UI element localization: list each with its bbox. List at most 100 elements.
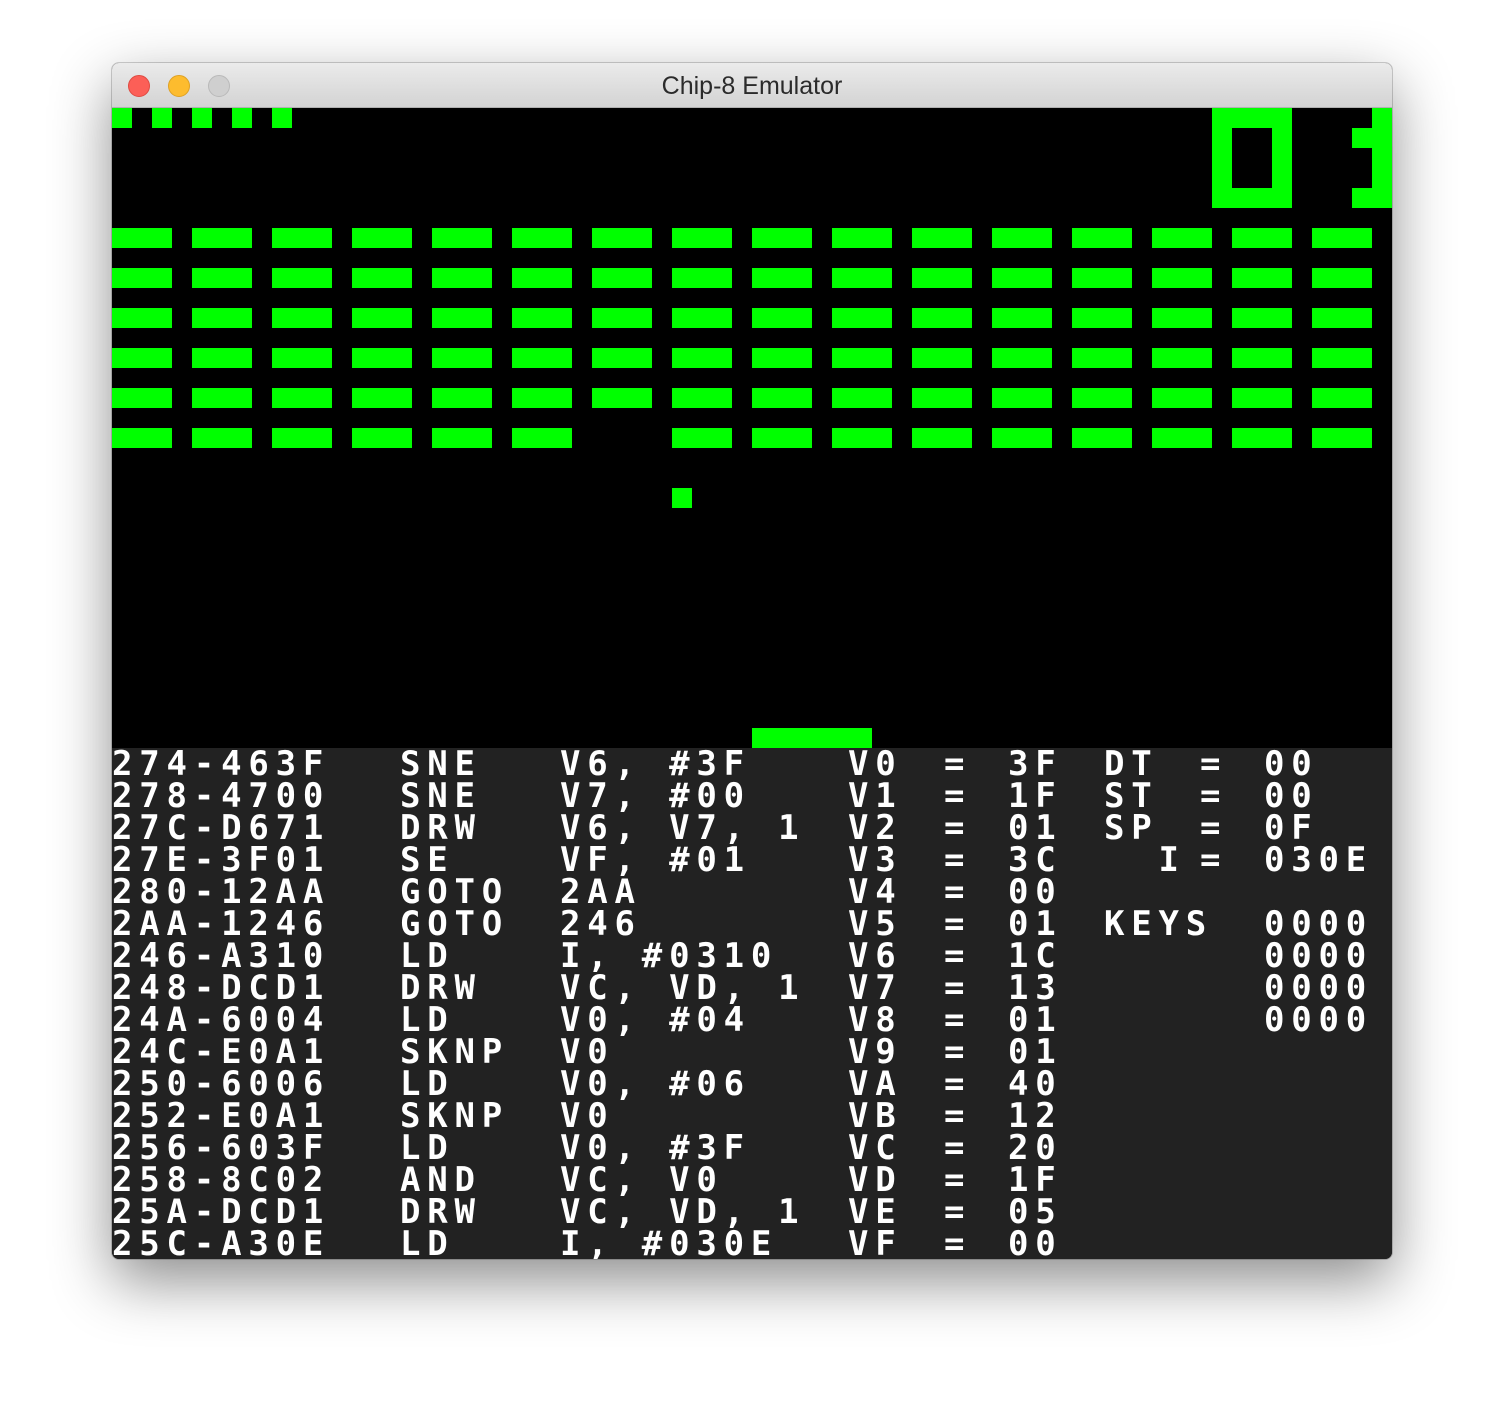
brick	[112, 388, 172, 408]
score-digit-pixel	[1252, 188, 1272, 208]
brick	[272, 268, 332, 288]
life-marker	[272, 108, 292, 128]
brick	[352, 228, 412, 248]
brick	[272, 228, 332, 248]
life-marker	[232, 108, 252, 128]
score-digit-pixel	[1272, 168, 1292, 188]
brick	[1152, 228, 1212, 248]
brick	[1312, 428, 1372, 448]
ball	[672, 488, 692, 508]
brick	[352, 308, 412, 328]
brick	[832, 308, 892, 328]
keys-row: 0000	[1264, 1000, 1374, 1040]
brick	[112, 428, 172, 448]
debugger-panel: 274-463F SNE V6, #3F 278-4700 SNE V7, #00 27C-…	[112, 748, 1392, 1259]
score-digit-pixel	[1212, 188, 1232, 208]
title-bar[interactable]: Chip-8 Emulator	[112, 63, 1392, 108]
brick	[912, 388, 972, 408]
brick	[352, 428, 412, 448]
brick	[1152, 308, 1212, 328]
brick	[912, 228, 972, 248]
brick	[1312, 228, 1372, 248]
brick	[432, 388, 492, 408]
brick	[112, 268, 172, 288]
score-digit-pixel	[1232, 188, 1252, 208]
brick	[752, 428, 812, 448]
brick	[1232, 388, 1292, 408]
brick	[592, 228, 652, 248]
brick	[112, 348, 172, 368]
score-digit-pixel	[1352, 128, 1372, 148]
brick	[112, 228, 172, 248]
brick	[1312, 388, 1372, 408]
brick	[832, 348, 892, 368]
brick	[272, 348, 332, 368]
keys-label: KEYS	[1104, 904, 1214, 944]
brick	[432, 428, 492, 448]
brick	[1312, 268, 1372, 288]
brick	[832, 228, 892, 248]
score-digit-pixel	[1372, 108, 1392, 128]
brick	[672, 268, 732, 288]
instruction-address: 25C-A30E	[112, 1224, 331, 1259]
brick	[352, 348, 412, 368]
brick	[752, 388, 812, 408]
brick	[672, 388, 732, 408]
brick	[1072, 388, 1132, 408]
brick	[1072, 228, 1132, 248]
brick	[512, 228, 572, 248]
life-marker	[112, 108, 132, 128]
score-digit-pixel	[1272, 188, 1292, 208]
brick	[832, 428, 892, 448]
brick	[192, 308, 252, 328]
brick	[752, 308, 812, 328]
brick	[512, 308, 572, 328]
score-display	[1212, 108, 1392, 208]
score-digit-pixel	[1272, 128, 1292, 148]
brick	[272, 308, 332, 328]
score-digit-pixel	[1212, 148, 1232, 168]
chip8-display	[112, 108, 1392, 748]
brick	[512, 388, 572, 408]
timer-equals: =	[1200, 840, 1228, 880]
brick	[992, 228, 1052, 248]
brick	[912, 428, 972, 448]
brick	[512, 348, 572, 368]
brick	[1232, 268, 1292, 288]
register-name: VF	[848, 1224, 903, 1259]
brick	[592, 348, 652, 368]
brick	[192, 228, 252, 248]
brick	[752, 268, 812, 288]
brick	[1232, 428, 1292, 448]
brick	[432, 228, 492, 248]
paddle	[752, 728, 872, 748]
score-digit-pixel	[1232, 108, 1252, 128]
score-digit-pixel	[1272, 148, 1292, 168]
life-marker	[192, 108, 212, 128]
brick	[432, 348, 492, 368]
brick	[992, 348, 1052, 368]
brick	[672, 428, 732, 448]
brick	[992, 388, 1052, 408]
brick	[1152, 428, 1212, 448]
score-digit-pixel	[1352, 188, 1372, 208]
brick	[672, 228, 732, 248]
brick	[912, 308, 972, 328]
score-digit-pixel	[1272, 108, 1292, 128]
brick	[1072, 428, 1132, 448]
brick	[912, 348, 972, 368]
brick	[352, 268, 412, 288]
brick	[992, 428, 1052, 448]
brick	[1152, 268, 1212, 288]
brick	[112, 308, 172, 328]
brick	[1232, 348, 1292, 368]
brick	[1232, 228, 1292, 248]
brick	[272, 428, 332, 448]
brick	[1232, 308, 1292, 328]
brick	[192, 428, 252, 448]
brick	[352, 388, 412, 408]
score-digit-pixel	[1212, 108, 1232, 128]
brick	[1312, 308, 1372, 328]
brick	[592, 308, 652, 328]
instruction-operands: I, #030E	[560, 1224, 779, 1259]
